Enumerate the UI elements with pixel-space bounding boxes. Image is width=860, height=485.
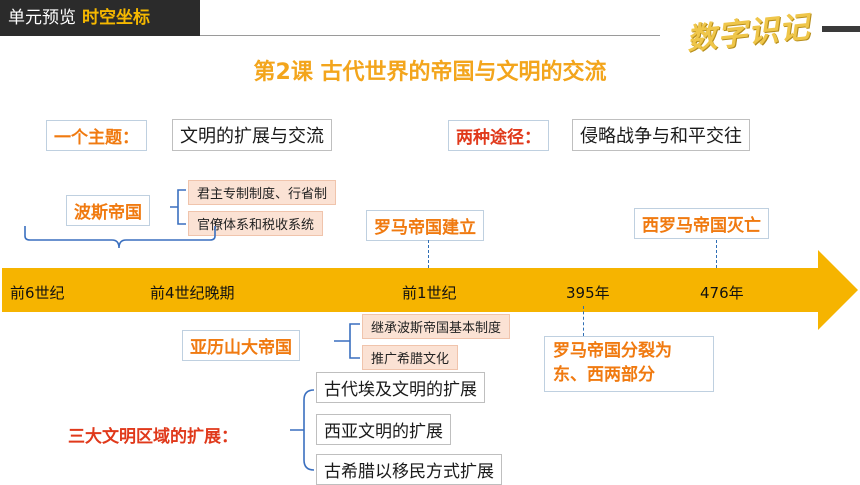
civilization-item-2: 西亚文明的扩展 [316, 414, 451, 445]
brand-bar [822, 26, 860, 32]
civilizations-bracket [290, 389, 315, 471]
alexander-name: 亚历山大帝国 [182, 330, 300, 361]
rome-founded: 罗马帝国建立 [366, 210, 484, 241]
alexander-item-2: 推广希腊文化 [362, 345, 459, 370]
header-label: 单元预览 [8, 8, 76, 28]
civilizations-label: 三大文明区域的扩展： [68, 427, 238, 447]
civilization-item-3: 古希腊以移民方式扩展 [316, 454, 502, 485]
west-rome-fall: 西罗马帝国灭亡 [634, 208, 769, 239]
timeline-label-6bc: 前6世纪 [10, 284, 65, 302]
persia-span-brace [24, 226, 216, 249]
rome-split-line2: 东、西两部分 [553, 365, 655, 385]
theme-value: 文明的扩展与交流 [172, 119, 332, 151]
timeline-label-4bc: 前4世纪晚期 [150, 284, 235, 302]
header-title: 单元预览 时空坐标 [8, 5, 150, 31]
persia-item-1: 君主专制制度、行省制 [188, 180, 337, 205]
rome-split-line1: 罗马帝国分裂为 [553, 341, 672, 361]
alexander-item-1: 继承波斯帝国基本制度 [362, 314, 511, 339]
header-highlight: 时空坐标 [82, 8, 150, 28]
alexander-bracket [334, 323, 360, 359]
paths-value: 侵略战争与和平交往 [572, 119, 750, 151]
header-divider [200, 35, 660, 36]
tick-mark-1bc [428, 240, 429, 268]
paths-label: 两种途径： [448, 120, 549, 151]
tick-mark-395 [583, 306, 584, 336]
theme-label: 一个主题： [46, 120, 147, 151]
timeline-label-1bc: 前1世纪 [402, 284, 457, 302]
timeline-label-476: 476年 [700, 284, 744, 302]
rome-split: 罗马帝国分裂为 东、西两部分 [544, 336, 714, 392]
civilization-item-1: 古代埃及文明的扩展 [316, 372, 485, 403]
tick-mark-476 [716, 240, 717, 268]
timeline-label-395: 395年 [566, 284, 610, 302]
brand-logo: 数字识记 [684, 9, 812, 58]
lesson-title: 第2课 古代世界的帝国与文明的交流 [253, 60, 607, 85]
